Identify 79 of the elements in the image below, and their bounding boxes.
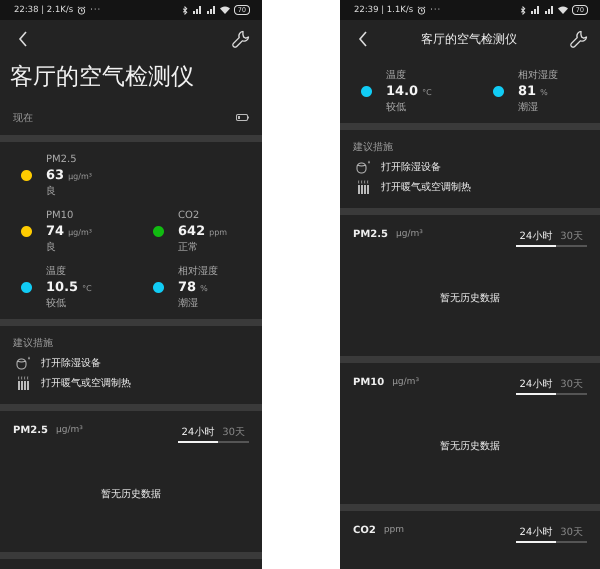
- range-tab[interactable]: 24小时: [516, 229, 556, 247]
- chart-title: PM2.5: [13, 425, 48, 436]
- metric-name: PM10: [46, 208, 74, 222]
- metric-status: 潮湿: [518, 100, 539, 114]
- radiator-icon: [356, 180, 372, 194]
- range-tab[interactable]: 30天: [556, 229, 587, 247]
- range-tab[interactable]: 24小时: [516, 525, 556, 543]
- chart-title: CO2: [353, 525, 376, 536]
- metric-name: PM2.5: [46, 152, 78, 166]
- metric-status: 正常: [178, 240, 199, 254]
- bluetooth-icon: [182, 6, 188, 14]
- empty-message: 暂无历史数据: [439, 440, 501, 453]
- metric-value: 81: [518, 84, 536, 98]
- metric-status: 良: [46, 240, 57, 254]
- status-time: 22:39 | 1.1K/s: [354, 5, 414, 15]
- chart-unit: μg/m³: [396, 229, 423, 239]
- metric-unit: °C: [82, 284, 92, 292]
- metric-value: 10.5: [46, 280, 78, 294]
- signal-icon: [206, 6, 216, 14]
- status-more: ···: [430, 5, 442, 15]
- wifi-icon: [220, 6, 230, 14]
- status-more: ···: [90, 5, 102, 15]
- wrench-icon[interactable]: [232, 30, 250, 48]
- range-tab[interactable]: 30天: [556, 525, 587, 543]
- range-tab[interactable]: 24小时: [178, 425, 218, 443]
- metric-name: 相对湿度: [178, 264, 218, 278]
- metric-unit: %: [540, 88, 548, 96]
- section-heading: 建议措施: [13, 336, 54, 350]
- back-icon[interactable]: [18, 31, 28, 47]
- metric-name: 相对湿度: [518, 68, 558, 82]
- suggestion-text: 打开暖气或空调制热: [41, 376, 131, 390]
- battery-icon: [236, 114, 249, 121]
- chart-unit: μg/m³: [392, 377, 420, 387]
- dehumidifier-icon: [356, 160, 372, 174]
- back-icon[interactable]: [358, 31, 368, 47]
- wifi-icon: [558, 6, 568, 14]
- metric-value: 63: [46, 168, 64, 182]
- metric-name: CO2: [178, 208, 200, 222]
- metric-value: 14.0: [386, 84, 418, 98]
- metric-unit: ppm: [209, 228, 228, 236]
- suggestion-text: 打开暖气或空调制热: [381, 180, 471, 194]
- dehumidifier-icon: [16, 356, 32, 370]
- metric-value: 642: [178, 224, 206, 238]
- signal-icon: [544, 6, 554, 14]
- chart-title: PM2.5: [353, 229, 388, 240]
- empty-message: 暂无历史数据: [100, 488, 162, 501]
- empty-message: 暂无历史数据: [439, 292, 501, 305]
- page-title: 客厅的空气检测仪: [420, 30, 518, 48]
- chart-title: PM10: [353, 377, 384, 388]
- chart-unit: ppm: [384, 525, 404, 535]
- metric-status: 较低: [46, 296, 67, 310]
- metric-status: 潮湿: [178, 296, 199, 310]
- range-tab[interactable]: 24小时: [516, 377, 556, 395]
- signal-icon: [192, 6, 202, 14]
- metric-value: 74: [46, 224, 64, 238]
- metric-name: 温度: [46, 264, 67, 278]
- radiator-icon: [16, 376, 32, 390]
- section-heading: 建议措施: [353, 140, 394, 154]
- status-time: 22:38 | 2.1K/s: [14, 5, 74, 15]
- signal-icon: [530, 6, 540, 14]
- bluetooth-icon: [520, 6, 526, 14]
- alarm-icon: [417, 6, 426, 14]
- metric-status: 良: [46, 184, 57, 198]
- metric-unit: %: [200, 284, 208, 292]
- chart-unit: μg/m³: [56, 425, 83, 435]
- page-title: 客厅的空气检测仪: [9, 63, 195, 92]
- wrench-icon[interactable]: [570, 30, 588, 48]
- range-tab[interactable]: 30天: [218, 425, 249, 443]
- time-label: 现在: [13, 112, 33, 124]
- suggestion-text: 打开除湿设备: [381, 160, 441, 174]
- metric-unit: °C: [422, 88, 432, 96]
- metric-status: 较低: [386, 100, 407, 114]
- range-tab[interactable]: 30天: [556, 377, 587, 395]
- metric-name: 温度: [386, 68, 407, 82]
- suggestion-text: 打开除湿设备: [41, 356, 101, 370]
- metric-unit: μg/m³: [68, 228, 92, 236]
- metric-unit: μg/m³: [68, 172, 92, 180]
- metric-value: 78: [178, 280, 196, 294]
- alarm-icon: [77, 6, 86, 14]
